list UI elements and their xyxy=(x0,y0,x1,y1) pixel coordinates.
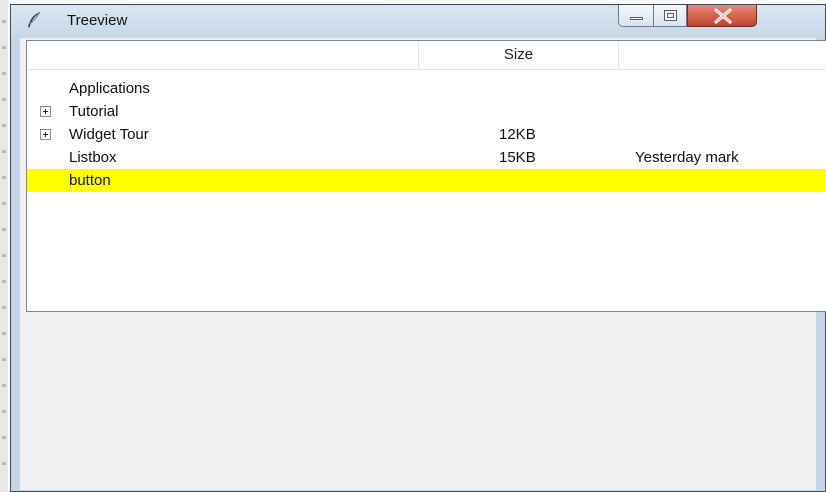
column-header-tree[interactable] xyxy=(27,41,419,69)
tree-row-applications[interactable]: Applications xyxy=(27,77,826,100)
row-modified: Yesterday mark xyxy=(635,149,739,166)
maximize-icon xyxy=(664,10,677,21)
background-window-edge xyxy=(0,0,8,492)
row-name: button xyxy=(69,172,111,189)
minimize-button[interactable] xyxy=(618,5,654,27)
row-size: 15KB xyxy=(499,149,536,166)
tree-row-button[interactable]: button xyxy=(27,169,826,192)
row-name: Listbox xyxy=(69,149,117,166)
close-icon xyxy=(688,5,756,26)
treeview[interactable]: Size Applications Tutorial Widget Tour 1… xyxy=(26,40,826,312)
window-client-area: Size Applications Tutorial Widget Tour 1… xyxy=(20,38,826,490)
row-name: Tutorial xyxy=(69,103,119,120)
tree-row-widget-tour[interactable]: Widget Tour 12KB xyxy=(27,123,826,146)
row-name: Applications xyxy=(69,80,150,97)
close-button[interactable] xyxy=(687,5,757,27)
tree-header: Size xyxy=(27,41,826,70)
tree-row-tutorial[interactable]: Tutorial xyxy=(27,100,826,123)
treeview-window: Treeview Size Applications Tutorial Widg… xyxy=(10,4,826,492)
tree-row-listbox[interactable]: Listbox 15KB Yesterday mark xyxy=(27,146,826,169)
row-size: 12KB xyxy=(499,126,536,143)
expand-icon[interactable] xyxy=(40,106,51,117)
feather-icon xyxy=(25,11,43,29)
column-header-size[interactable]: Size xyxy=(419,41,619,69)
minimize-icon xyxy=(630,17,643,20)
window-title: Treeview xyxy=(67,12,128,29)
title-bar[interactable]: Treeview xyxy=(11,5,825,35)
maximize-button[interactable] xyxy=(653,5,687,27)
column-header-modified[interactable] xyxy=(619,41,826,69)
row-name: Widget Tour xyxy=(69,126,149,143)
expand-icon[interactable] xyxy=(40,129,51,140)
